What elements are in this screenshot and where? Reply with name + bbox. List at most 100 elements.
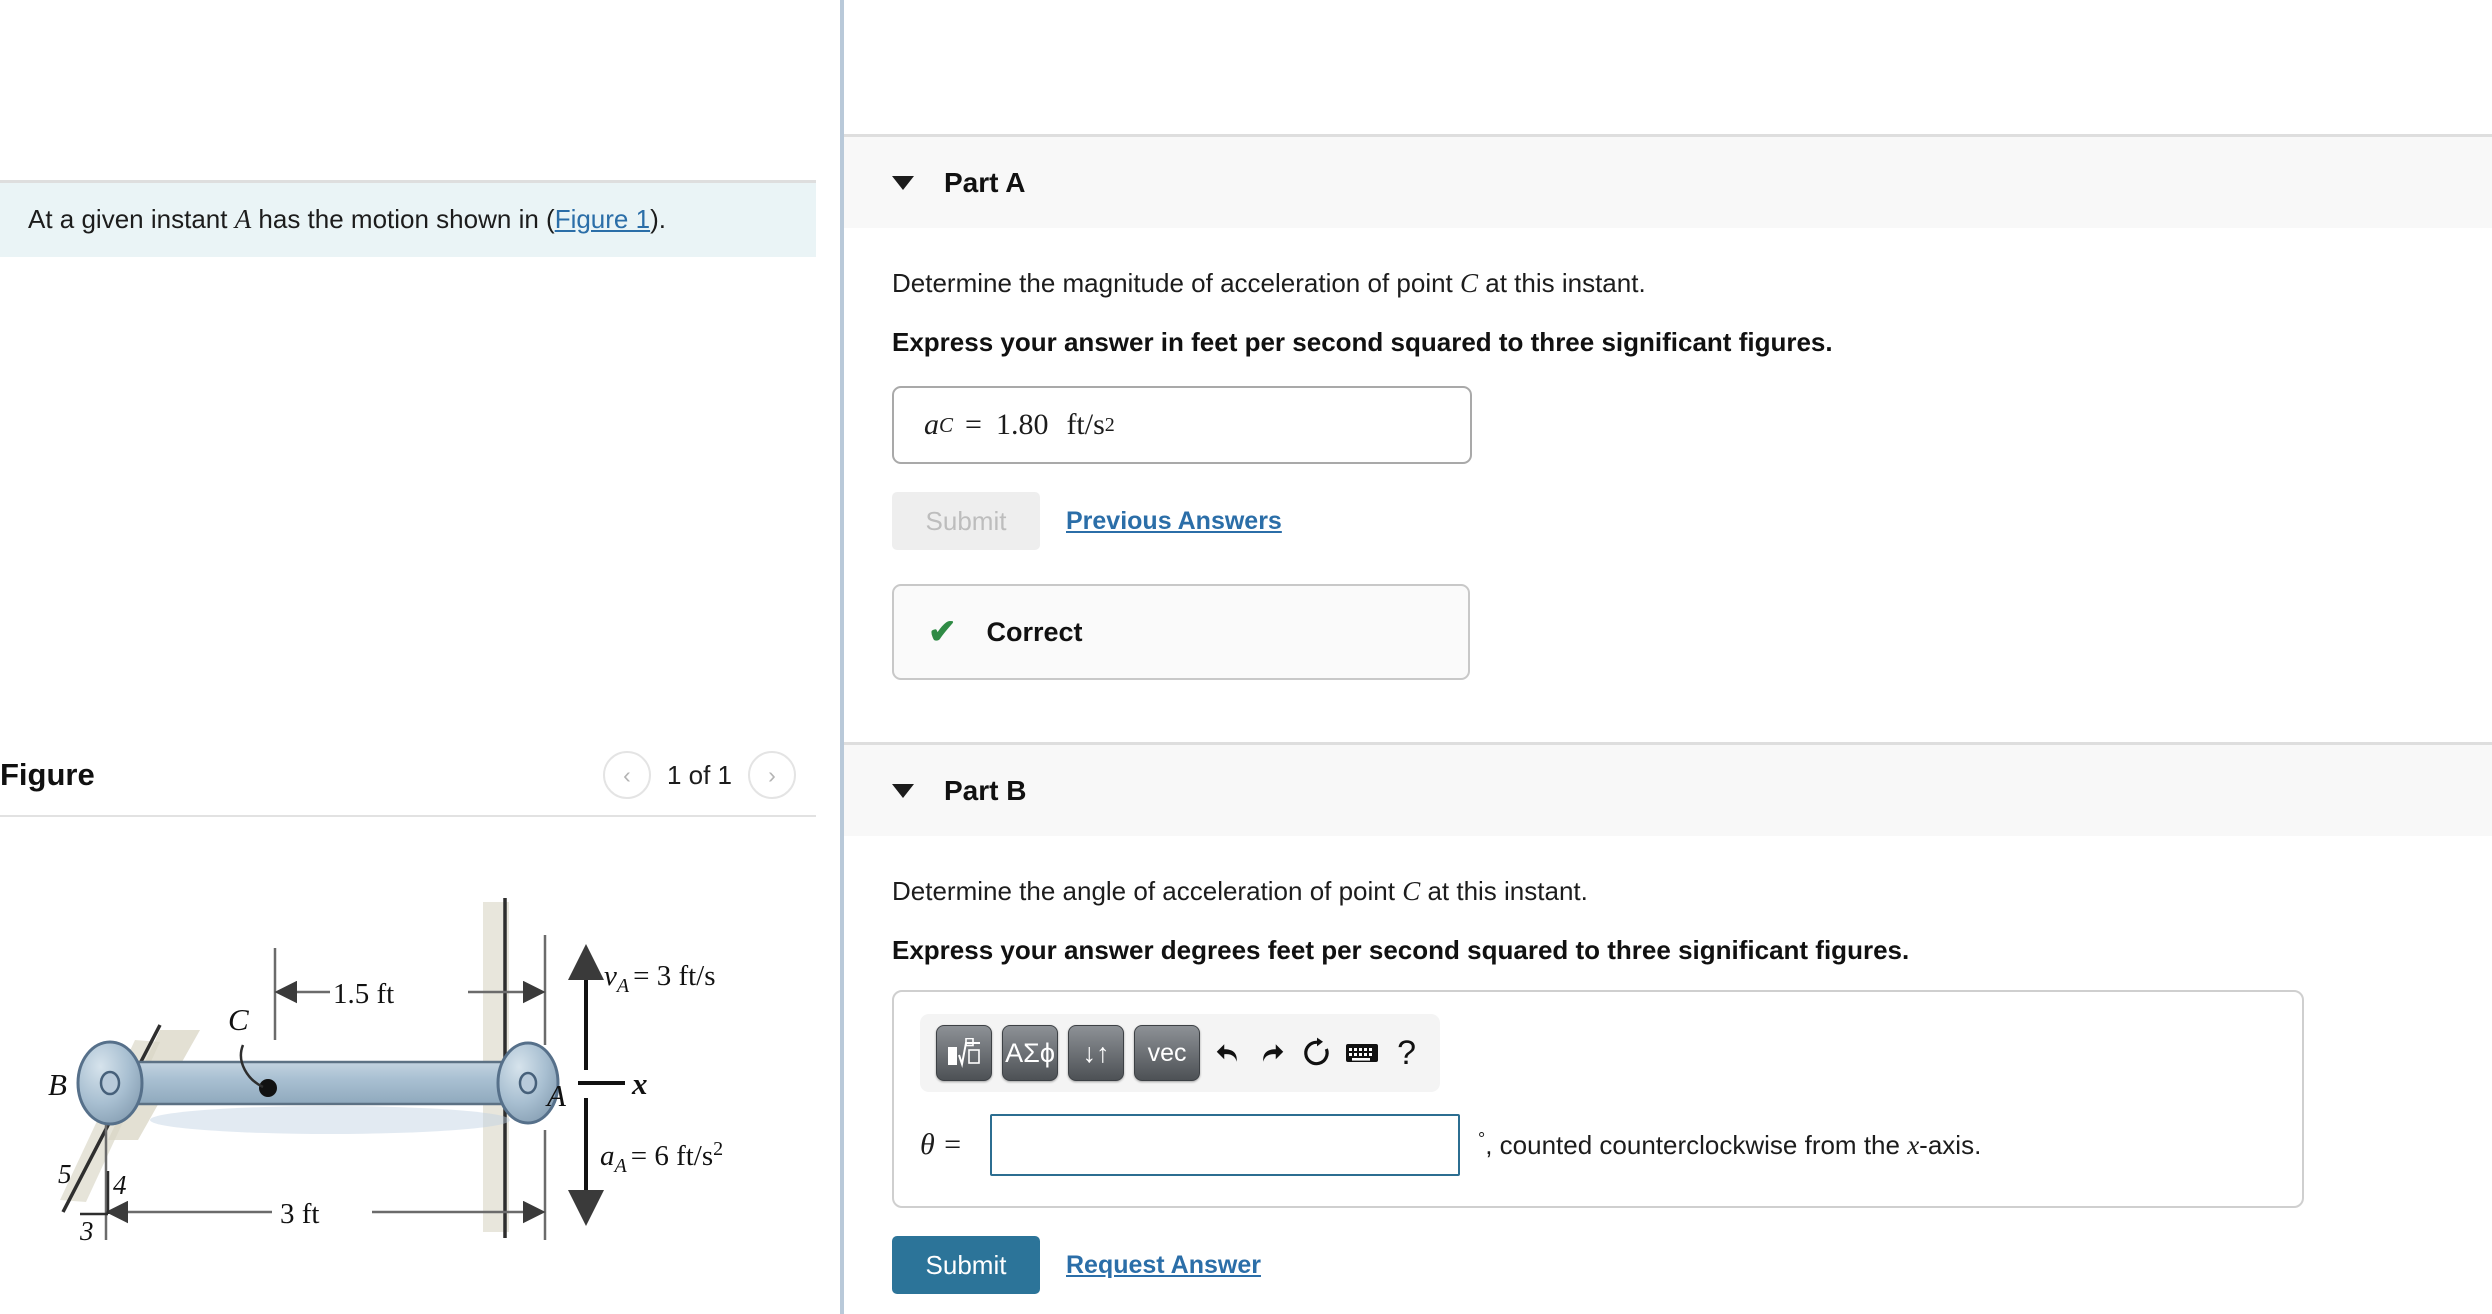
- figure-page-indicator: 1 of 1: [666, 759, 732, 790]
- figure-next-button[interactable]: ›: [748, 751, 796, 799]
- unit-symbol-x: x: [1907, 1130, 1920, 1160]
- slope-label-3: 3: [79, 1216, 94, 1246]
- figure-pager: ‹ 1 of 1 ›: [602, 751, 796, 799]
- part-b-question-text: Determine the angle of acceleration of p…: [892, 876, 1403, 906]
- caret-down-icon-part-a[interactable]: [892, 175, 914, 190]
- part-a-instruction: Express your answer in feet per second s…: [892, 327, 1833, 357]
- undo-arrow-glyph: [1216, 1044, 1237, 1062]
- problem-symbol-a: A: [234, 204, 252, 234]
- problem-text-before: At a given instant: [28, 204, 235, 234]
- velocity-symbol: v: [604, 960, 617, 992]
- figure-header: Figure ‹ 1 of 1 ›: [0, 735, 816, 817]
- part-b-instruction: Express your answer degrees feet per sec…: [892, 935, 1910, 965]
- slope-label-4: 4: [113, 1170, 127, 1200]
- part-b-request-answer-link[interactable]: Request Answer: [1066, 1251, 1261, 1280]
- part-a-feedback-label: Correct: [986, 616, 1083, 647]
- theta-label: θ =: [920, 1128, 963, 1161]
- acceleration-vector-A: aA = 6 ft/s2: [568, 1098, 723, 1226]
- page-root: At a given instant A has the motion show…: [0, 0, 2492, 1314]
- right-panel: Part A Determine the magnitude of accele…: [844, 0, 2492, 1314]
- svg-text:aA= 6 ft/s2: aA = 6 ft/s2: [600, 1138, 723, 1177]
- figure-diagram: B A C x 1.5 ft 3 ft vA = 3 ft/s aA = 6 f…: [0, 840, 816, 1290]
- accel-exponent: 2: [713, 1138, 723, 1160]
- svg-text:vA= 3 ft/s: vA = 3 ft/s: [604, 960, 716, 997]
- velocity-value: = 3 ft/s: [633, 960, 715, 992]
- chevron-right-icon: ›: [768, 761, 776, 788]
- part-a-previous-answers-link[interactable]: Previous Answers: [1066, 507, 1282, 536]
- greek-symbols-button[interactable]: ΑΣϕ: [1002, 1025, 1059, 1081]
- dimension-3ft: 3 ft: [104, 1125, 547, 1240]
- keyboard-glyph: [1345, 1044, 1378, 1062]
- point-C-marker: [259, 1079, 277, 1097]
- part-b-body: Determine the angle of acceleration of p…: [844, 876, 2492, 1294]
- part-a-question-symbol: C: [1460, 268, 1479, 298]
- label-x-axis: x: [631, 1066, 648, 1101]
- left-panel: At a given instant A has the motion show…: [0, 0, 840, 1314]
- part-a-answer-display[interactable]: aC = 1.80 ft/s 2: [892, 386, 1472, 464]
- unit-tail: -axis.: [1919, 1130, 1982, 1160]
- answer-unit: ft/s: [1066, 408, 1105, 441]
- vector-button[interactable]: vec: [1134, 1025, 1201, 1081]
- keyboard-icon[interactable]: [1344, 1025, 1379, 1081]
- part-b-question-tail: at this instant.: [1420, 876, 1588, 906]
- label-B: B: [48, 1067, 67, 1102]
- label-A: A: [545, 1078, 567, 1113]
- part-a-title: Part A: [944, 166, 1026, 198]
- math-toolbar: ΑΣϕ ↓↑ vec ?: [920, 1014, 1440, 1092]
- collar-B: [76, 1040, 144, 1126]
- reset-icon[interactable]: [1300, 1025, 1335, 1081]
- answer-equals: =: [965, 408, 982, 441]
- part-b-unit-text: °, counted counterclockwise from the x-a…: [1478, 1129, 1981, 1161]
- accel-symbol: a: [600, 1140, 615, 1172]
- updown-arrows-button[interactable]: ↓↑: [1068, 1025, 1125, 1081]
- figure-prev-button[interactable]: ‹: [602, 751, 651, 799]
- part-a-question-tail: at this instant.: [1478, 268, 1646, 298]
- problem-statement: At a given instant A has the motion show…: [0, 180, 816, 258]
- redo-arrow-glyph: [1263, 1044, 1284, 1062]
- check-icon: ✔: [928, 613, 957, 651]
- part-b-input-row: θ = °, counted counterclockwise from the…: [920, 1114, 2276, 1176]
- undo-icon[interactable]: [1210, 1025, 1245, 1081]
- rod-AB: [103, 1060, 541, 1106]
- part-b-question: Determine the angle of acceleration of p…: [892, 876, 2492, 907]
- answer-subscript: C: [939, 412, 954, 437]
- reset-circular-arrow-glyph: [1304, 1037, 1329, 1066]
- part-a-submit-button[interactable]: Submit: [892, 492, 1040, 550]
- caret-down-icon-part-b[interactable]: [892, 783, 914, 798]
- part-b-header[interactable]: Part B: [844, 742, 2492, 836]
- problem-text-after: ).: [650, 204, 666, 234]
- dim-top-label: 1.5 ft: [333, 978, 394, 1010]
- velocity-vector-A: vA = 3 ft/s: [568, 944, 716, 1070]
- answer-symbol: a: [924, 408, 939, 441]
- dim-bottom-label: 3 ft: [280, 1198, 319, 1230]
- part-b-submit-button[interactable]: Submit: [892, 1236, 1040, 1294]
- figure-1-link[interactable]: Figure 1: [555, 204, 650, 234]
- part-b-title: Part B: [944, 774, 1027, 806]
- mechanism-diagram-svg: B A C x 1.5 ft 3 ft vA = 3 ft/s aA = 6 f…: [48, 898, 723, 1246]
- part-a-question-text: Determine the magnitude of acceleration …: [892, 268, 1461, 298]
- part-a-feedback-box: ✔ Correct: [892, 584, 1470, 680]
- part-b-question-symbol: C: [1402, 876, 1421, 906]
- part-b-button-row: Submit Request Answer: [892, 1236, 2492, 1294]
- problem-text-middle: has the motion shown in (: [251, 204, 555, 234]
- answer-unit-exponent: 2: [1104, 413, 1115, 436]
- velocity-subscript: A: [615, 975, 630, 997]
- slope-label-5: 5: [58, 1159, 72, 1189]
- part-a-header[interactable]: Part A: [844, 134, 2492, 228]
- template-root-button[interactable]: [936, 1025, 992, 1081]
- figure-panel-title: Figure: [0, 757, 95, 792]
- accel-subscript: A: [613, 1155, 628, 1177]
- part-a-body: Determine the magnitude of acceleration …: [844, 268, 2492, 680]
- redo-icon[interactable]: [1255, 1025, 1290, 1081]
- theta-input[interactable]: [990, 1114, 1460, 1176]
- label-C: C: [228, 1002, 249, 1037]
- template-root-icon: [948, 1038, 980, 1068]
- part-a-question: Determine the magnitude of acceleration …: [892, 268, 2492, 299]
- part-a-button-row: Submit Previous Answers: [892, 492, 2492, 550]
- part-b-answer-container: ΑΣϕ ↓↑ vec ? θ = °, counted counterclock…: [892, 990, 2304, 1208]
- accel-value: = 6 ft/s: [631, 1140, 713, 1172]
- answer-value: 1.80: [995, 408, 1049, 441]
- unit-description: , counted counterclockwise from the: [1485, 1130, 1908, 1160]
- help-icon[interactable]: ?: [1389, 1025, 1424, 1081]
- chevron-left-icon: ‹: [623, 761, 631, 788]
